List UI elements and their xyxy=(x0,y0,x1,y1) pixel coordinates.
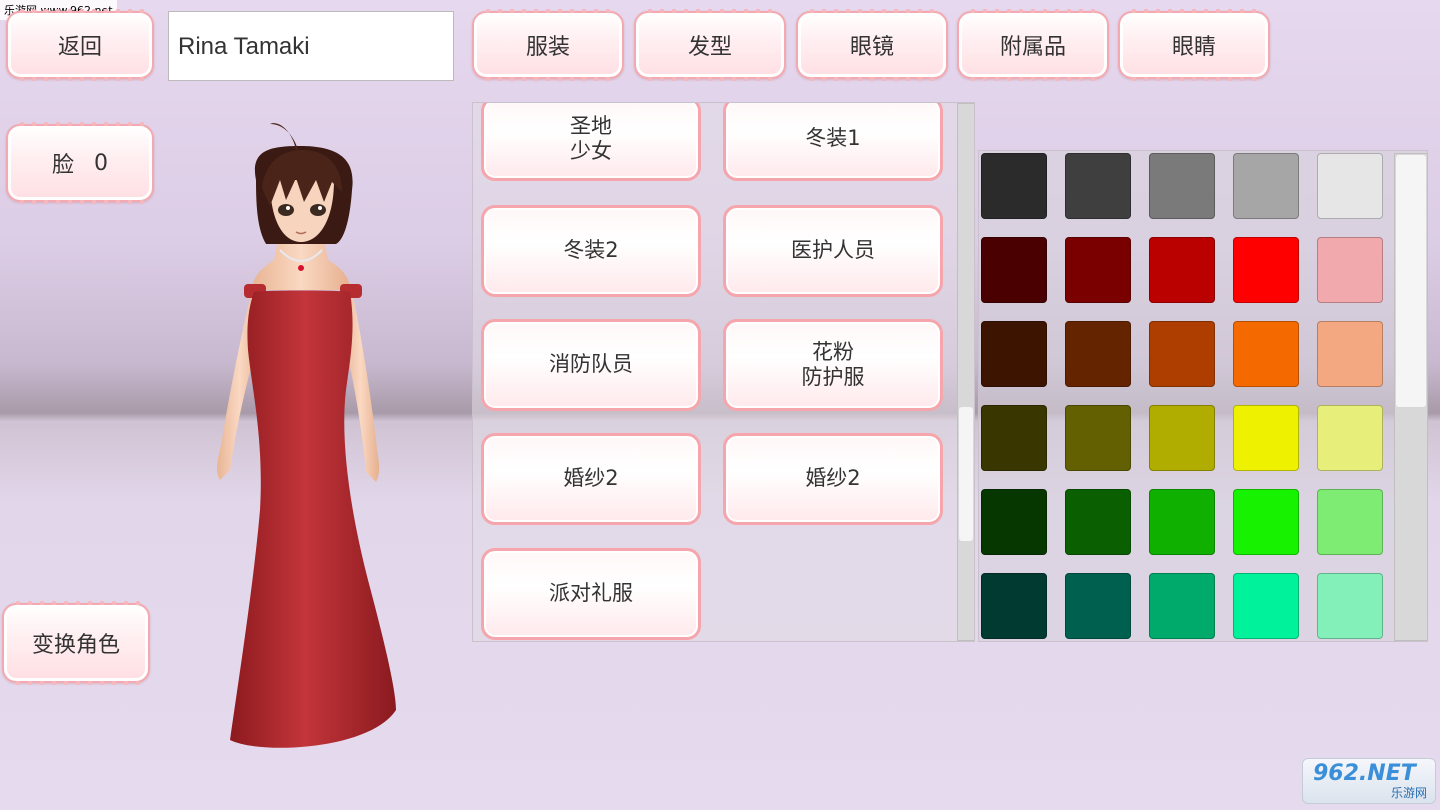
color-swatch[interactable] xyxy=(981,405,1047,471)
outfit-button[interactable]: 圣地 少女 xyxy=(481,103,701,181)
color-swatch[interactable] xyxy=(1149,573,1215,639)
site-logo-text: 962.NET xyxy=(1313,761,1416,786)
color-swatch[interactable] xyxy=(1149,489,1215,555)
color-swatch[interactable] xyxy=(1233,489,1299,555)
color-swatch[interactable] xyxy=(1233,405,1299,471)
tab-eyes[interactable]: 眼睛 xyxy=(1118,9,1270,81)
color-swatch[interactable] xyxy=(1065,489,1131,555)
color-swatch[interactable] xyxy=(1065,573,1131,639)
tab-label: 眼镜 xyxy=(849,35,894,60)
outfit-button[interactable]: 冬装1 xyxy=(723,103,943,181)
color-swatch[interactable] xyxy=(1317,489,1383,555)
outfit-button[interactable]: 婚纱2 xyxy=(723,433,943,525)
color-swatch[interactable] xyxy=(1233,237,1299,303)
tab-label: 发型 xyxy=(687,35,732,60)
color-swatch[interactable] xyxy=(981,153,1047,219)
color-swatch[interactable] xyxy=(981,237,1047,303)
color-swatch[interactable] xyxy=(1065,153,1131,219)
back-button[interactable]: 返回 xyxy=(6,9,154,81)
face-button[interactable]: 脸 0 xyxy=(6,122,154,204)
color-swatch[interactable] xyxy=(1233,153,1299,219)
color-palette-panel xyxy=(978,150,1428,642)
character-name-value: Rina Tamaki xyxy=(178,33,310,60)
outfit-button[interactable]: 消防队员 xyxy=(481,319,701,411)
color-swatch[interactable] xyxy=(1233,321,1299,387)
color-swatch[interactable] xyxy=(1317,573,1383,639)
tab-label: 附属品 xyxy=(999,35,1066,60)
outfit-button[interactable]: 花粉 防护服 xyxy=(723,319,943,411)
site-logo: 962.NET 乐游网 xyxy=(1302,758,1436,804)
color-swatch[interactable] xyxy=(1149,153,1215,219)
color-scroll-thumb[interactable] xyxy=(1396,155,1426,407)
color-swatch[interactable] xyxy=(1317,405,1383,471)
outfit-button[interactable]: 婚纱2 xyxy=(481,433,701,525)
face-value: 0 xyxy=(94,150,108,176)
back-button-label: 返回 xyxy=(57,35,102,60)
color-swatch[interactable] xyxy=(981,573,1047,639)
color-swatch[interactable] xyxy=(1065,237,1131,303)
tab-hairstyle[interactable]: 发型 xyxy=(634,9,786,81)
color-swatch[interactable] xyxy=(1065,405,1131,471)
color-swatch[interactable] xyxy=(1149,405,1215,471)
tab-label: 眼睛 xyxy=(1171,35,1216,60)
site-logo-subtext: 乐游网 xyxy=(1390,786,1427,800)
outfit-list-panel[interactable]: 圣地 少女 冬装1 冬装2 医护人员 消防队员 花粉 防护服 婚纱2 婚纱2 派对礼服 xyxy=(472,102,975,642)
tab-accessories[interactable]: 附属品 xyxy=(957,9,1109,81)
tab-clothing[interactable]: 服装 xyxy=(472,9,624,81)
color-swatch[interactable] xyxy=(1149,321,1215,387)
color-swatch[interactable] xyxy=(1233,573,1299,639)
face-label: 脸 xyxy=(51,153,74,178)
outfit-button[interactable]: 冬装2 xyxy=(481,205,701,297)
character-name-field[interactable]: Rina Tamaki xyxy=(168,11,454,81)
outfit-scroll-thumb[interactable] xyxy=(959,406,973,541)
tab-glasses[interactable]: 眼镜 xyxy=(796,9,948,81)
color-palette-scrollbar[interactable] xyxy=(1394,153,1428,641)
color-swatch[interactable] xyxy=(1317,153,1383,219)
switch-character-label: 变换角色 xyxy=(31,633,120,658)
color-swatch[interactable] xyxy=(1065,321,1131,387)
outfit-button[interactable]: 医护人员 xyxy=(723,205,943,297)
color-swatch[interactable] xyxy=(981,489,1047,555)
color-swatch[interactable] xyxy=(1317,321,1383,387)
character-model[interactable] xyxy=(200,110,420,760)
color-swatch[interactable] xyxy=(981,321,1047,387)
tab-label: 服装 xyxy=(525,35,570,60)
outfit-list-scrollbar[interactable] xyxy=(957,103,974,641)
color-swatch[interactable] xyxy=(1149,237,1215,303)
outfit-button[interactable]: 派对礼服 xyxy=(481,548,701,640)
color-swatch[interactable] xyxy=(1317,237,1383,303)
switch-character-button[interactable]: 变换角色 xyxy=(2,601,150,685)
